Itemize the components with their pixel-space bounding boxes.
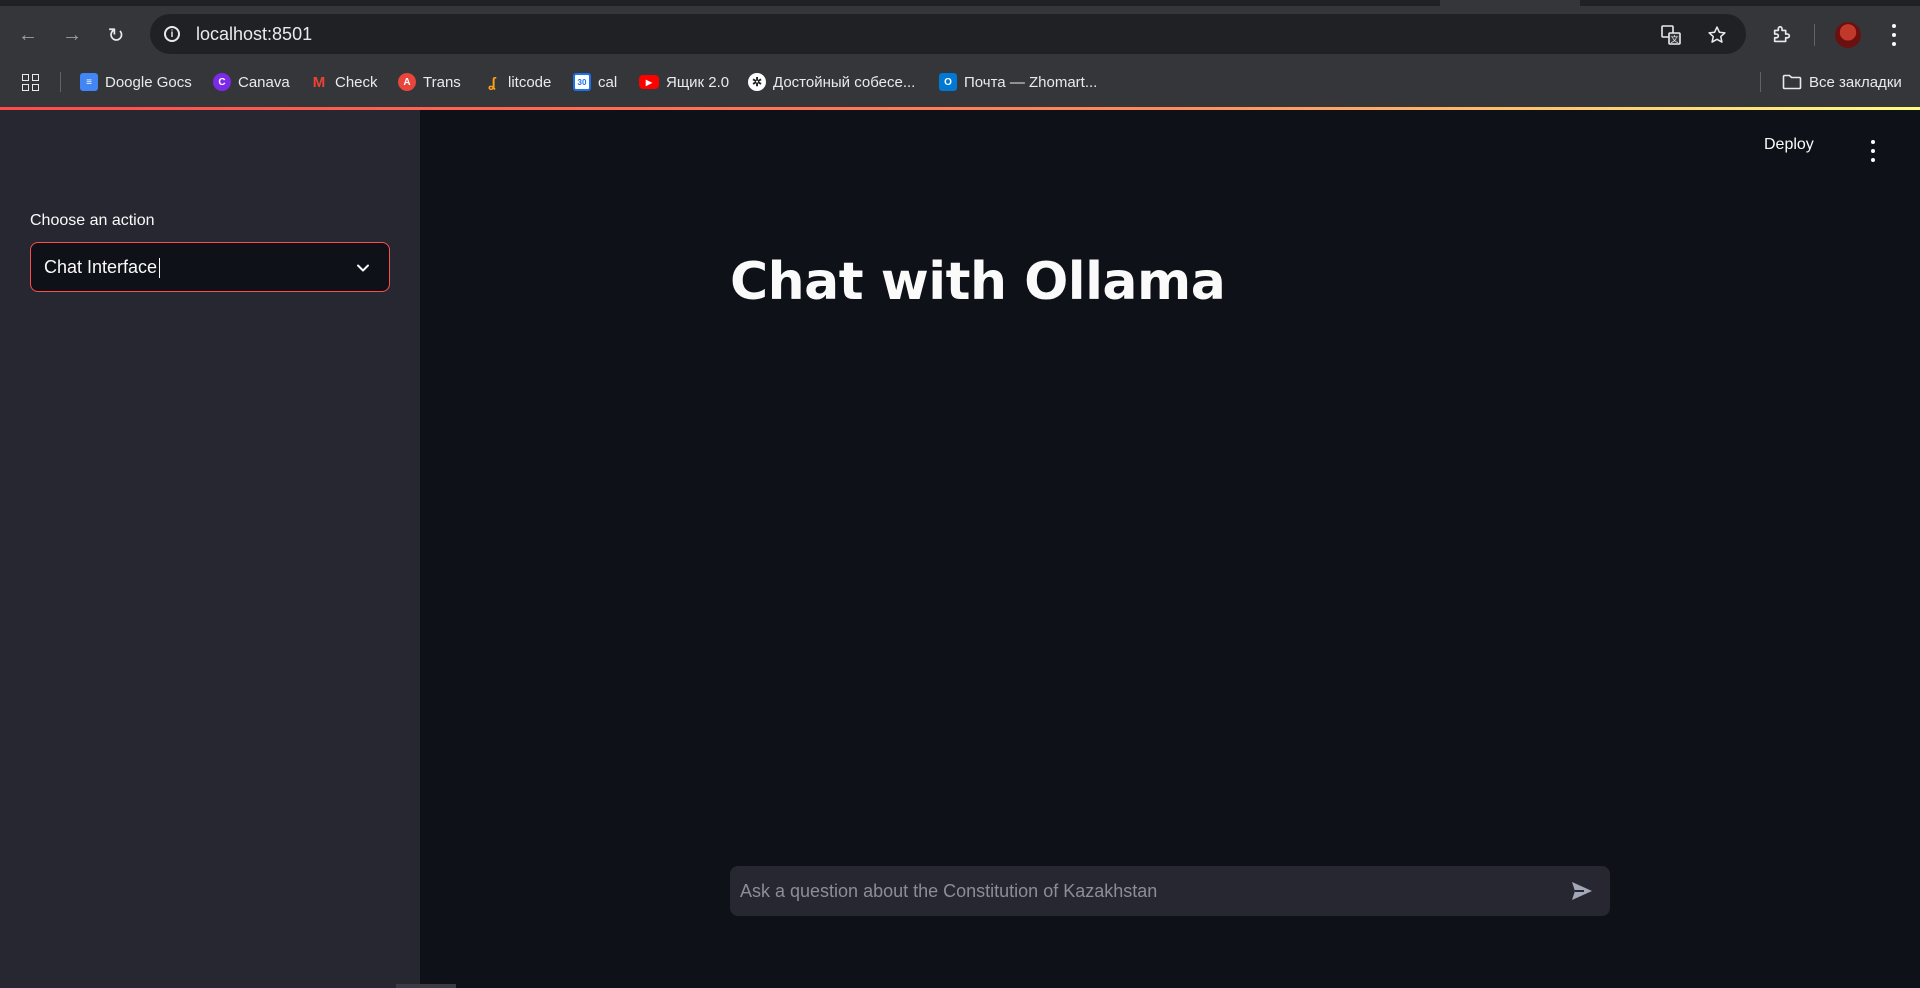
translate-page-icon[interactable]: 文 (1658, 22, 1684, 48)
docs-icon: ≡ (80, 73, 98, 91)
leetcode-icon: ʆ (488, 74, 496, 90)
toolbar-divider (1814, 24, 1815, 46)
bookmarks-divider (60, 72, 61, 92)
all-bookmarks-button[interactable]: Все закладки (1782, 64, 1902, 100)
site-info-icon[interactable]: i (160, 22, 184, 46)
forward-arrow-icon[interactable]: → (54, 12, 90, 58)
bookmark-item[interactable]: ✲ Достойный собесе... (748, 64, 915, 100)
back-arrow-icon[interactable]: ← (10, 12, 46, 58)
sidebar-resize-handle[interactable] (396, 984, 456, 988)
deploy-button[interactable]: Deploy (1764, 136, 1814, 154)
calendar-icon: 30 (573, 73, 591, 91)
main-menu-icon[interactable] (1866, 140, 1880, 162)
bookmark-label: litcode (508, 73, 552, 91)
browser-menu-icon[interactable] (1880, 12, 1908, 58)
bookmark-star-icon[interactable] (1704, 22, 1730, 48)
bookmark-label: Достойный собесе... (773, 73, 916, 91)
bookmark-label: Check (335, 73, 378, 91)
bookmarks-bar: ≡ Doogle Gocs C Canava M Check A Trans ʆ… (0, 64, 1920, 100)
canva-icon: C (213, 73, 231, 91)
all-bookmarks-label: Все закладки (1809, 73, 1902, 91)
profile-avatar-image (1835, 22, 1861, 48)
select-value[interactable]: Chat Interface (44, 257, 161, 279)
page-title: Chat with Ollama (730, 252, 1226, 312)
sidebar: Choose an action Chat Interface (0, 110, 420, 988)
bookmark-label: Ящик 2.0 (666, 73, 730, 91)
bookmark-item[interactable]: M Check (310, 64, 378, 100)
translate-icon: A (398, 73, 416, 91)
apps-icon[interactable] (22, 64, 39, 100)
bookmark-label: Почта — Zhomart... (964, 73, 1098, 91)
svg-text:文: 文 (1671, 34, 1679, 44)
bookmark-item[interactable]: ▶ Ящик 2.0 (639, 64, 729, 100)
bookmark-item[interactable]: 30 cal (573, 64, 617, 100)
text-caret (159, 258, 161, 279)
bookmarks-divider (1760, 72, 1761, 92)
browser-toolbar: ← → ↻ i localhost:8501 文 (0, 12, 1920, 58)
avatar[interactable] (1832, 12, 1864, 58)
bookmark-item[interactable]: ≡ Doogle Gocs (80, 64, 192, 100)
bookmark-item[interactable]: ʆ litcode (483, 64, 551, 100)
openai-icon: ✲ (748, 73, 766, 91)
gmail-icon: M (312, 73, 326, 91)
youtube-icon: ▶ (639, 75, 659, 89)
tab-strip (0, 0, 1920, 6)
main-area (420, 110, 1920, 988)
chevron-down-icon[interactable] (355, 260, 371, 276)
folder-icon (1782, 74, 1802, 90)
action-select[interactable]: Chat Interface (30, 242, 390, 292)
reload-icon[interactable]: ↻ (98, 12, 134, 58)
select-value-text: Chat Interface (44, 257, 158, 277)
bookmark-label: Canava (238, 73, 290, 91)
bookmark-item[interactable]: O Почта — Zhomart... (939, 64, 1097, 100)
bookmark-label: cal (598, 73, 618, 91)
url-text[interactable]: localhost:8501 (196, 24, 312, 45)
extensions-icon[interactable] (1766, 12, 1798, 58)
chat-input-container[interactable] (730, 866, 1610, 916)
active-tab-edge[interactable] (1440, 0, 1580, 6)
kebab-dots (1887, 24, 1901, 46)
bookmark-label: Trans (423, 73, 461, 91)
address-bar[interactable]: i localhost:8501 文 (150, 14, 1746, 54)
bookmark-item[interactable]: C Canava (213, 64, 290, 100)
bookmark-label: Doogle Gocs (105, 73, 192, 91)
send-icon[interactable] (1570, 880, 1594, 902)
browser-chrome: ← → ↻ i localhost:8501 文 ≡ Doogle Gocs C… (0, 0, 1920, 107)
bookmark-item[interactable]: A Trans (398, 64, 461, 100)
select-label: Choose an action (30, 212, 155, 229)
outlook-icon: O (939, 73, 957, 91)
chat-input[interactable] (740, 866, 1540, 916)
